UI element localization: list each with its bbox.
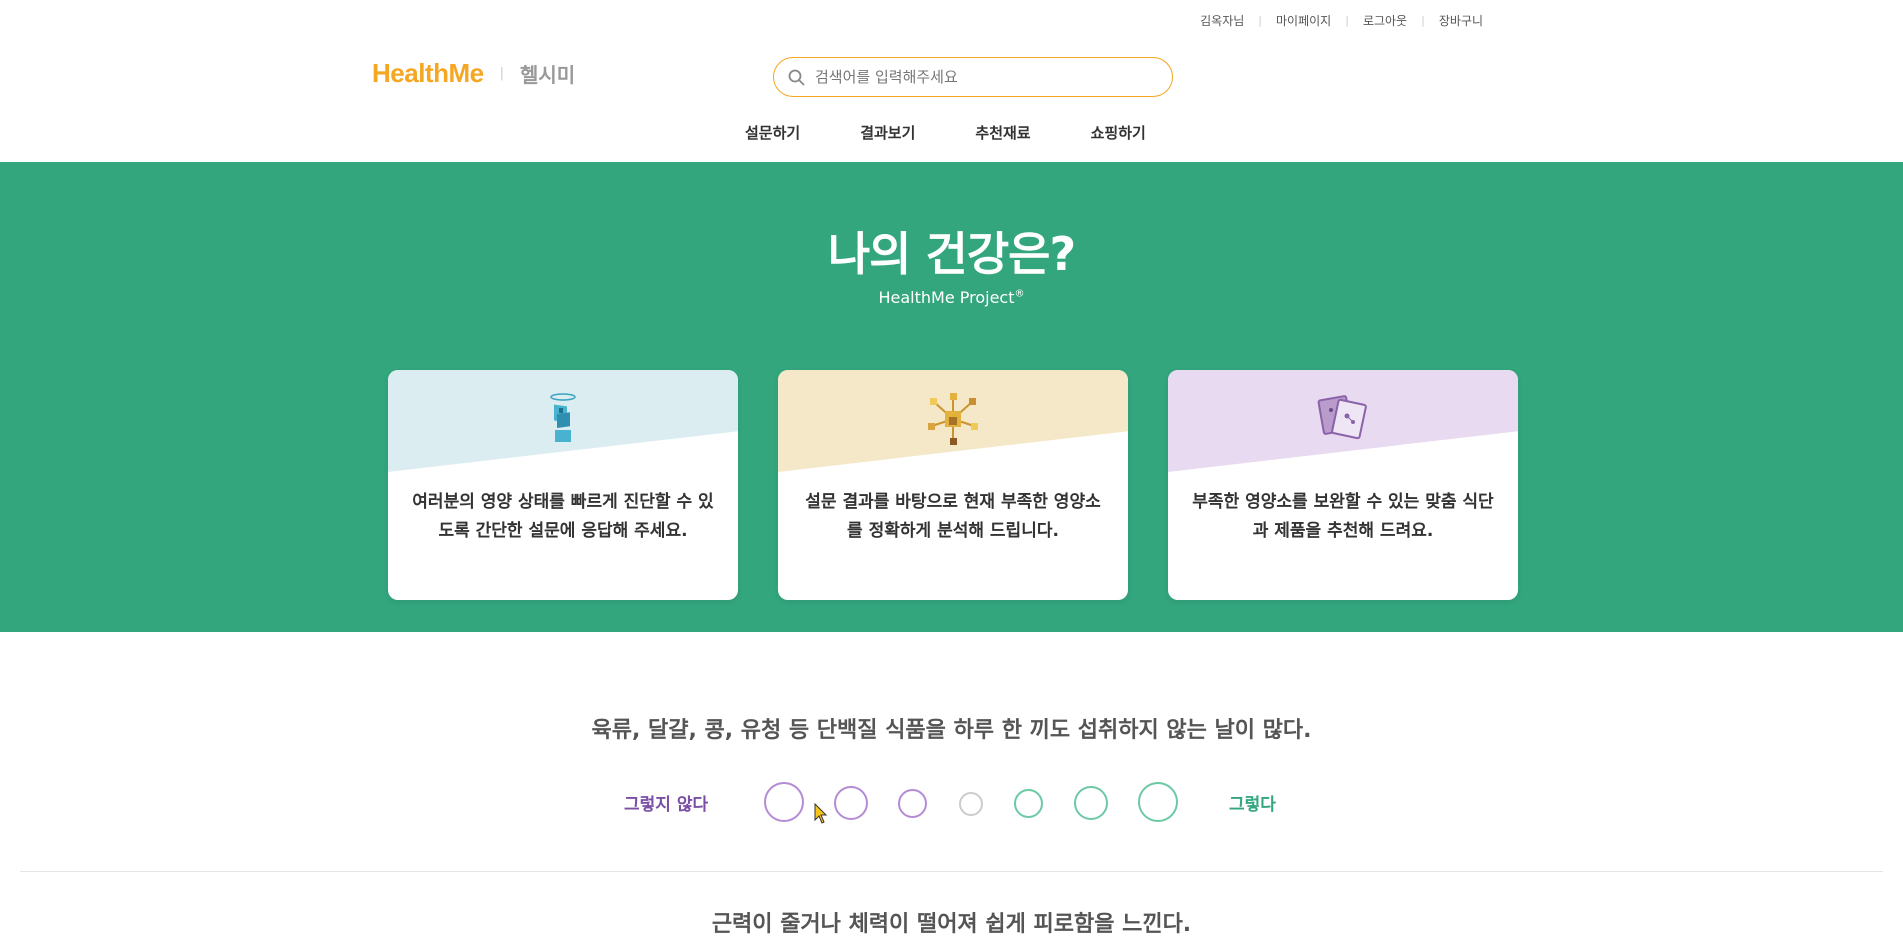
hero-subtitle: HealthMe Project® — [0, 288, 1903, 307]
label-disagree: 그렇지 않다 — [624, 795, 709, 815]
question-divider — [20, 871, 1883, 872]
cart-link[interactable]: 장바구니 — [1439, 12, 1483, 29]
nav-results[interactable]: 결과보기 — [860, 122, 915, 143]
search-box — [773, 57, 1173, 97]
logo-separator: | — [499, 66, 504, 81]
nav-survey[interactable]: 설문하기 — [745, 122, 800, 143]
blue-figure-icon — [550, 393, 576, 442]
nav-shopping[interactable]: 쇼핑하기 — [1091, 122, 1146, 143]
logo-text-ko: 헬시미 — [519, 63, 576, 87]
logo[interactable]: HealthMe | 헬시미 — [372, 58, 575, 89]
info-card-diagnosis: 여러분의 영양 상태를 빠르게 진단할 수 있도록 간단한 설문에 응답해 주세… — [388, 370, 738, 600]
main-nav: 설문하기 결과보기 추천재료 쇼핑하기 — [745, 122, 1206, 143]
likert-scale: 그렇지 않다 그렇다 — [0, 782, 1903, 822]
likert-option-2[interactable] — [834, 786, 868, 820]
search-input[interactable] — [815, 68, 1145, 86]
nav-ingredients[interactable]: 추천재료 — [975, 122, 1030, 143]
molecule-icon — [928, 393, 978, 445]
user-name-link[interactable]: 김옥자님 — [1200, 12, 1244, 29]
mypage-link[interactable]: 마이페이지 — [1276, 12, 1331, 29]
separator: | — [1345, 14, 1349, 27]
separator: | — [1421, 14, 1425, 27]
registered-mark: ® — [1014, 288, 1025, 300]
logo-text-en: HealthMe — [372, 58, 484, 88]
mouse-cursor-icon — [814, 803, 828, 824]
hero-section: 나의 건강은? HealthMe Project® 여러분의 영양 상태를 빠르… — [0, 162, 1903, 632]
search-icon — [788, 69, 805, 85]
cards-icon — [1317, 395, 1367, 440]
separator: | — [1258, 14, 1263, 27]
utility-nav: 김옥자님 | 마이페이지 | 로그아웃 | 장바구니 — [1200, 12, 1483, 29]
card-text: 여러분의 영양 상태를 빠르게 진단할 수 있도록 간단한 설문에 응답해 주세… — [412, 492, 714, 541]
hero-title: 나의 건강은? — [827, 227, 1076, 281]
likert-option-3[interactable] — [898, 789, 927, 818]
likert-option-6[interactable] — [1074, 786, 1108, 820]
logout-link[interactable]: 로그아웃 — [1363, 12, 1407, 29]
likert-option-5[interactable] — [1014, 789, 1043, 818]
card-text: 부족한 영양소를 보완할 수 있는 맞춤 식단과 제품을 추천해 드려요. — [1192, 492, 1494, 541]
card-text: 설문 결과를 바탕으로 현재 부족한 영양소를 정확하게 분석해 드립니다. — [805, 492, 1101, 541]
likert-option-7[interactable] — [1138, 782, 1178, 822]
likert-option-1[interactable] — [764, 782, 804, 822]
survey-question: 육류, 달걀, 콩, 유청 등 단백질 식품을 하루 한 끼도 섭취하지 않는 … — [591, 718, 1312, 743]
info-card-analysis: 설문 결과를 바탕으로 현재 부족한 영양소를 정확하게 분석해 드립니다. — [778, 370, 1128, 600]
likert-option-4[interactable] — [959, 792, 983, 816]
info-card-recommend: 부족한 영양소를 보완할 수 있는 맞춤 식단과 제품을 추천해 드려요. — [1168, 370, 1518, 600]
hero-subtitle-text: HealthMe Project — [878, 288, 1015, 307]
next-survey-question: 근력이 줄거나 체력이 떨어져 쉽게 피로함을 느낀다. — [711, 912, 1192, 937]
label-agree: 그렇다 — [1229, 795, 1276, 815]
